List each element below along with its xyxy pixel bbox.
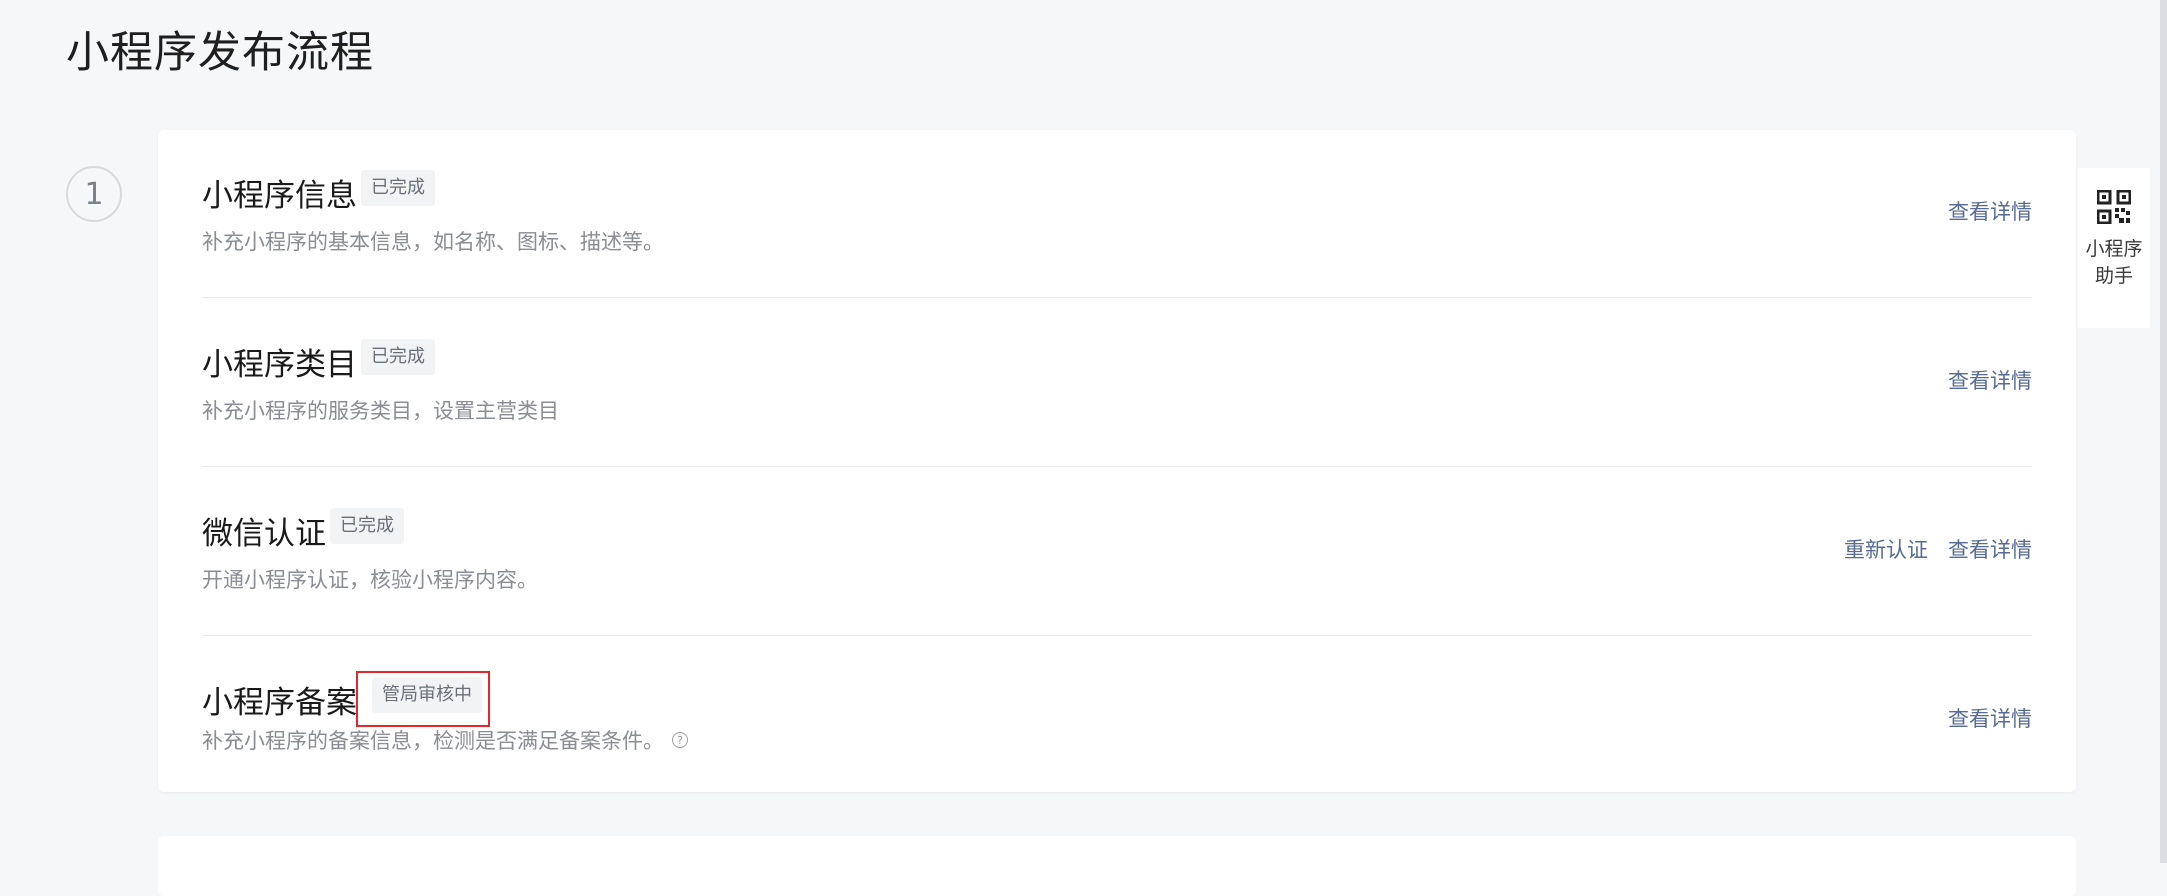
row-actions: 查看详情 [1948, 196, 2032, 226]
miniprogram-assistant[interactable]: 小程序助手 [2078, 168, 2150, 328]
row-description: 补充小程序的服务类目，设置主营类目 [202, 395, 559, 425]
status-badge: 已完成 [361, 170, 435, 206]
row-description-text: 补充小程序的基本信息，如名称、图标、描述等。 [202, 230, 664, 254]
view-details-link[interactable]: 查看详情 [1948, 196, 2032, 226]
list-item-category: 小程序类目 已完成 补充小程序的服务类目，设置主营类目 查看详情 [202, 299, 2032, 467]
view-details-link[interactable]: 查看详情 [1948, 365, 2032, 395]
row-actions: 重新认证 查看详情 [1844, 534, 2032, 564]
row-actions: 查看详情 [1948, 703, 2032, 733]
status-badge: 已完成 [361, 339, 435, 375]
help-icon[interactable]: ? [672, 732, 688, 748]
status-badge: 已完成 [330, 508, 404, 544]
list-item-wechat-verification: 微信认证 已完成 开通小程序认证，核验小程序内容。 重新认证 查看详情 [202, 468, 2032, 636]
row-description: 开通小程序认证，核验小程序内容。 [202, 564, 538, 594]
list-item-info: 小程序信息 已完成 补充小程序的基本信息，如名称、图标、描述等。 查看详情 [202, 130, 2032, 298]
row-description-text: 开通小程序认证，核验小程序内容。 [202, 568, 538, 592]
highlight-box [356, 671, 490, 727]
row-actions: 查看详情 [1948, 365, 2032, 395]
view-details-link[interactable]: 查看详情 [1948, 534, 2032, 564]
assistant-label: 小程序助手 [2085, 238, 2143, 287]
next-step-card [158, 836, 2076, 896]
row-title: 小程序备案 [202, 685, 357, 721]
scrollbar[interactable] [2160, 0, 2167, 863]
row-description-text: 补充小程序的服务类目，设置主营类目 [202, 399, 559, 423]
row-description: 补充小程序的备案信息，检测是否满足备案条件。 ? [202, 725, 688, 755]
row-title: 微信认证 [202, 516, 326, 552]
view-details-link[interactable]: 查看详情 [1948, 703, 2032, 733]
reverify-link[interactable]: 重新认证 [1844, 534, 1928, 564]
row-description: 补充小程序的基本信息，如名称、图标、描述等。 [202, 226, 664, 256]
qrcode-icon [2097, 190, 2131, 224]
row-title: 小程序信息 [202, 178, 357, 214]
step-number: 1 [66, 166, 122, 222]
page-title: 小程序发布流程 [66, 28, 374, 78]
row-title: 小程序类目 [202, 347, 357, 383]
row-description-text: 补充小程序的备案信息，检测是否满足备案条件。 [202, 729, 664, 753]
